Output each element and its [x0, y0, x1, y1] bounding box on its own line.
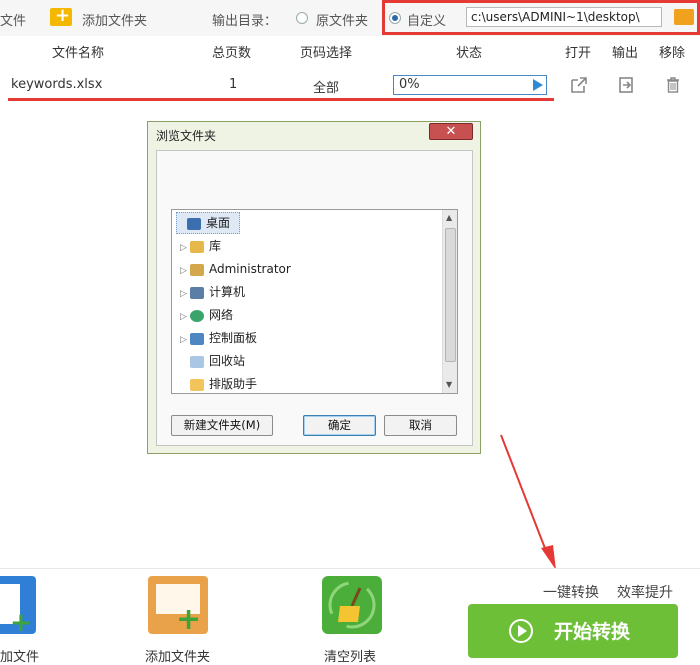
- tree-item-layout-helper[interactable]: 排版助手: [180, 373, 257, 395]
- add-folder-icon[interactable]: [50, 5, 72, 26]
- control-panel-icon: [190, 332, 204, 345]
- start-convert-button[interactable]: 开始转换: [468, 604, 678, 658]
- desktop-icon: [187, 217, 201, 230]
- header-status: 状态: [456, 46, 483, 61]
- header-pages: 总页数: [212, 46, 252, 61]
- plus-icon: +: [176, 602, 202, 637]
- broom-icon[interactable]: [322, 576, 382, 634]
- tree-item-computer[interactable]: ▷ 计算机: [180, 281, 245, 303]
- header-output: 输出: [612, 46, 639, 61]
- bottom-add-folder-label[interactable]: 添加文件夹: [145, 646, 210, 665]
- output-path-input[interactable]: [466, 7, 662, 27]
- tree-item-administrator[interactable]: ▷ Administrator: [180, 258, 291, 280]
- start-convert-label: 开始转换: [554, 621, 631, 643]
- header-open: 打开: [565, 46, 592, 61]
- slogan-one-click: 一键转换: [543, 585, 599, 601]
- row-pages: 1: [229, 77, 238, 92]
- library-icon: [190, 240, 204, 253]
- folder-icon: [190, 378, 204, 391]
- header-page-selection: 页码选择: [300, 46, 353, 61]
- status-progress-bar: 0%: [393, 75, 547, 95]
- add-folder-button[interactable]: 添加文件夹: [82, 10, 147, 29]
- tree-item-library[interactable]: ▷ 库: [180, 235, 221, 257]
- scroll-down-icon[interactable]: ▼: [446, 380, 452, 389]
- folder-tree[interactable]: 桌面 ▷ 库 ▷ Administrator ▷ 计算机 ▷ 网络 ▷ 控制面板 回收站 …: [171, 209, 458, 394]
- header-filename: 文件名称: [52, 46, 105, 61]
- slogan-efficiency: 效率提升: [617, 585, 673, 601]
- computer-icon: [190, 286, 204, 299]
- add-folder-big-icon[interactable]: +: [148, 576, 208, 637]
- expand-arrow-icon[interactable]: ▷: [180, 237, 190, 259]
- play-triangle-icon: [518, 625, 527, 637]
- trash-icon[interactable]: [663, 75, 683, 95]
- add-file-big-icon[interactable]: +: [0, 576, 36, 638]
- option-custom-label: 自定义: [407, 14, 447, 29]
- cancel-button[interactable]: 取消: [384, 415, 457, 436]
- tree-item-control-panel[interactable]: ▷ 控制面板: [180, 327, 257, 349]
- user-folder-icon: [190, 263, 204, 276]
- status-text: 0%: [399, 77, 420, 92]
- expand-arrow-icon[interactable]: ▷: [180, 306, 190, 328]
- add-file-button[interactable]: 文件: [0, 10, 26, 29]
- dialog-panel: 桌面 ▷ 库 ▷ Administrator ▷ 计算机 ▷ 网络 ▷ 控制面板 回收站 …: [156, 150, 473, 446]
- output-dir-label: 输出目录：: [212, 14, 278, 29]
- radio-custom[interactable]: [389, 12, 401, 24]
- open-file-icon[interactable]: [569, 75, 589, 95]
- expand-arrow-icon[interactable]: ▷: [180, 283, 190, 305]
- row-page-selection[interactable]: 全部: [313, 77, 339, 96]
- new-folder-button[interactable]: 新建文件夹(M): [171, 415, 273, 436]
- expand-arrow-icon[interactable]: ▷: [180, 329, 190, 351]
- bottom-add-file-label[interactable]: 加文件: [0, 646, 39, 665]
- tree-scrollbar[interactable]: ▲ ▼: [442, 210, 457, 393]
- scroll-thumb[interactable]: [445, 228, 456, 362]
- radio-original-folder[interactable]: [296, 12, 308, 24]
- header-remove: 移除: [659, 46, 686, 61]
- browse-folder-dialog: 浏览文件夹 ✕ 桌面 ▷ 库 ▷ Administrator ▷ 计算机 ▷ 网络 ▷ 控…: [147, 121, 481, 454]
- recycle-bin-icon: [190, 355, 204, 368]
- tree-item-desktop[interactable]: 桌面: [176, 212, 240, 234]
- network-icon: [190, 309, 204, 322]
- option-original-label: 原文件夹: [316, 14, 369, 29]
- plus-icon: +: [10, 608, 32, 638]
- play-icon[interactable]: [533, 79, 543, 91]
- dialog-title: 浏览文件夹: [156, 129, 217, 143]
- tree-item-recycle-bin[interactable]: 回收站: [180, 350, 245, 372]
- row-highlight-underline: [8, 98, 554, 101]
- expand-arrow-icon[interactable]: ▷: [180, 260, 190, 282]
- dialog-close-button[interactable]: ✕: [429, 123, 473, 140]
- scroll-up-icon[interactable]: ▲: [446, 213, 452, 222]
- bottom-clear-list-label[interactable]: 清空列表: [324, 646, 376, 665]
- browse-folder-icon[interactable]: [674, 9, 694, 25]
- row-filename: keywords.xlsx: [11, 77, 103, 92]
- tree-item-network[interactable]: ▷ 网络: [180, 304, 233, 326]
- output-icon[interactable]: [616, 75, 636, 95]
- ok-button[interactable]: 确定: [303, 415, 376, 436]
